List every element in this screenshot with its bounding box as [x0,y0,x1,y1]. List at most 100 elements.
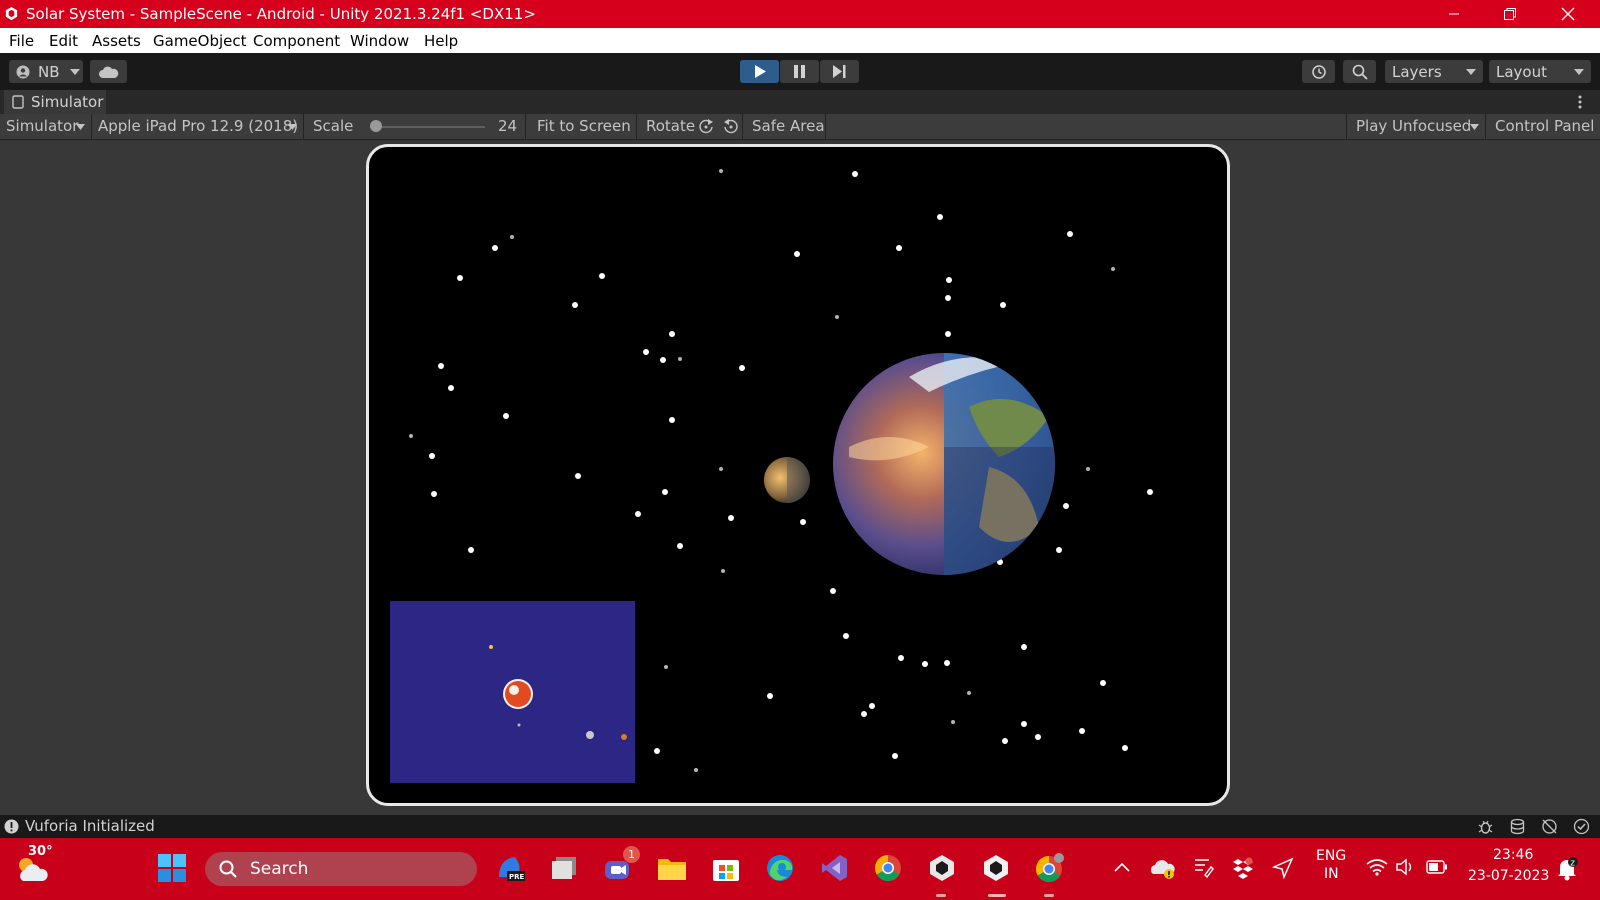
info-icon [4,819,19,834]
store-icon [713,860,739,881]
running-indicator [1044,894,1054,897]
menu-edit[interactable]: Edit [49,32,78,50]
layers-dropdown[interactable]: Layers [1385,60,1483,83]
step-button[interactable] [820,60,859,83]
taskbar: 30° Search PRE 1 ENG IN 23:46 23-07-2023… [0,838,1600,900]
history-icon [1311,64,1326,79]
task-view-icon [552,857,576,879]
unity-icon [984,855,1008,881]
onedrive-warning-icon[interactable] [1150,856,1176,880]
location-icon[interactable] [1272,857,1294,879]
svg-text:z: z [1570,859,1575,869]
chevron-up-icon[interactable] [1114,862,1130,872]
start-button[interactable] [156,852,188,884]
volume-icon[interactable] [1396,858,1416,876]
taskbar-search[interactable]: Search [205,852,477,886]
folder-icon [658,859,686,880]
visual-studio-icon [822,855,847,881]
rotate-label: Rotate [646,117,696,135]
menu-assets[interactable]: Assets [92,32,141,50]
play-icon [754,65,766,78]
notification-bell-icon[interactable]: z [1555,856,1579,882]
taskbar-chrome-profile[interactable] [1034,852,1066,884]
chat-badge: 1 [623,846,640,863]
debug-icon[interactable] [1477,818,1494,835]
close-button[interactable] [1540,0,1596,28]
device-screen[interactable] [366,144,1230,806]
scale-slider-track[interactable] [370,126,485,128]
menu-file[interactable]: File [9,32,34,50]
taskbar-app-store-preview[interactable]: PRE [494,852,526,884]
safe-area-button[interactable]: Safe Area [752,117,825,135]
scale-slider-thumb[interactable] [369,120,382,132]
language-top[interactable]: ENG [1316,848,1346,864]
fit-to-screen-button[interactable]: Fit to Screen [537,117,631,135]
history-button[interactable] [1302,60,1335,83]
play-button[interactable] [740,60,779,83]
taskbar-unity-editor[interactable] [980,852,1012,884]
play-mode-dropdown[interactable]: Play Unfocused [1356,117,1471,135]
simulator-tab-label: Simulator [31,93,104,111]
cloud-icon [98,66,118,78]
moon [764,457,810,503]
step-icon [833,65,846,78]
edge-icon [767,855,793,881]
taskbar-chrome[interactable] [872,852,904,884]
menu-gameobject[interactable]: GameObject [153,32,247,50]
account-name: NB [38,62,60,81]
chrome-icon [874,854,901,882]
chevron-down-icon [1574,69,1584,75]
menu-window[interactable]: Window [350,32,409,50]
taskbar-microsoft-store[interactable] [710,852,742,884]
simulator-tab-bar: Simulator [0,90,1600,114]
clock-date[interactable]: 23-07-2023 [1468,868,1549,884]
close-icon [1561,7,1575,21]
pen-menu-icon[interactable] [1193,857,1215,879]
control-panel-button[interactable]: Control Panel [1495,117,1594,135]
simulator-mode-dropdown[interactable]: Simulator [6,117,78,135]
taskbar-visual-studio[interactable] [818,852,850,884]
layout-dropdown[interactable]: Layout [1489,60,1591,83]
rotate-clockwise-icon[interactable] [698,118,715,135]
search-icon [219,860,237,878]
search-icon [1352,64,1368,80]
pause-button[interactable] [780,60,819,83]
clock-time[interactable]: 23:46 [1493,847,1533,863]
language-bottom[interactable]: IN [1324,866,1339,882]
network-off-icon[interactable] [1541,818,1558,835]
minimap[interactable] [390,601,635,783]
menu-component[interactable]: Component [253,32,340,50]
menu-help[interactable]: Help [424,32,458,50]
rotate-counterclockwise-icon[interactable] [722,118,739,135]
unity-logo-icon [5,6,18,21]
taskbar-unity-hub[interactable] [926,852,958,884]
chevron-down-icon [1470,124,1479,130]
minimize-button[interactable] [1426,0,1482,28]
taskbar-task-view[interactable] [548,852,580,884]
scale-label: Scale [313,117,354,135]
status-bar: Vuforia Initialized [0,815,1600,838]
taskbar-file-explorer[interactable] [656,852,688,884]
battery-icon[interactable] [1426,860,1448,874]
tab-simulator[interactable]: Simulator [4,90,106,114]
main-toolbar: NB Layers Layout [0,53,1600,90]
checkmark-icon[interactable] [1573,818,1590,835]
more-options-icon[interactable] [1578,95,1582,109]
search-button[interactable] [1343,60,1376,83]
restore-button[interactable] [1482,0,1538,28]
minimize-icon [1449,13,1459,15]
wifi-icon[interactable] [1366,858,1388,876]
chevron-down-icon [69,68,80,75]
device-dropdown[interactable]: Apple iPad Pro 12.9 (2018) [98,117,298,135]
restore-icon [1504,8,1516,20]
active-indicator [988,894,1006,897]
weather-temp: 30° [28,844,53,859]
taskbar-edge[interactable] [764,852,796,884]
dropbox-icon[interactable] [1232,856,1254,880]
window-title: Solar System - SampleScene - Android - U… [26,5,536,23]
app-pre-icon: PRE [499,857,525,881]
cloud-button[interactable] [90,60,127,83]
database-icon[interactable] [1509,818,1526,835]
account-dropdown[interactable]: NB [9,60,83,83]
menu-bar: File Edit Assets GameObject Component Wi… [0,28,1600,53]
